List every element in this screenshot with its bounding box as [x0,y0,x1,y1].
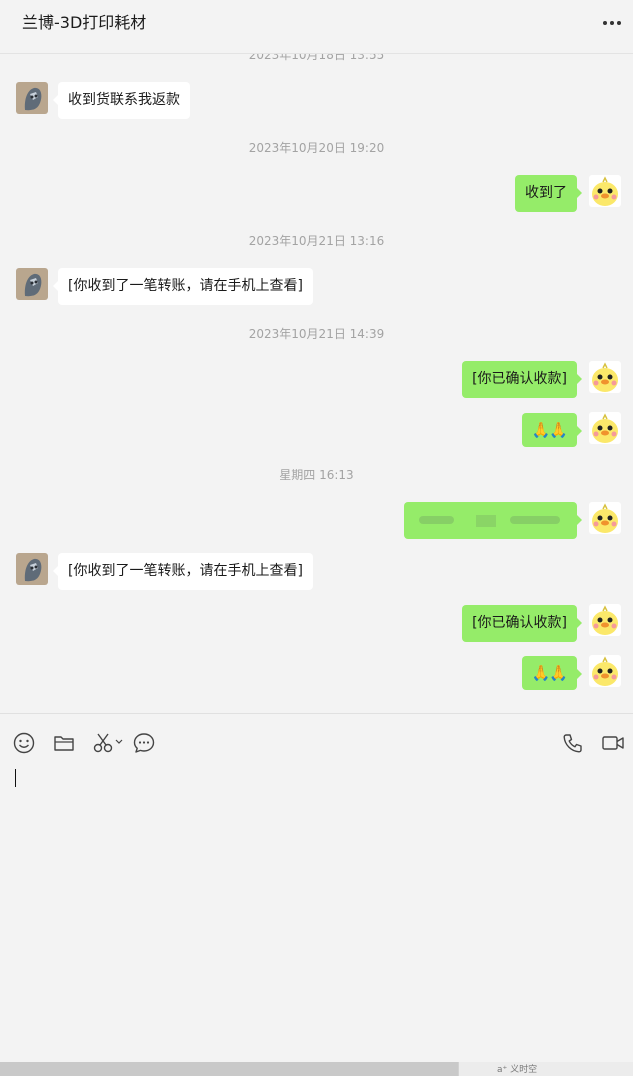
emoji-message-outgoing[interactable]: 🙏🙏 [521,413,583,447]
timestamp: 2023年10月20日 19:20 [248,141,385,155]
more-dots-icon[interactable] [599,8,625,38]
my-avatar[interactable] [589,604,621,636]
timestamp: 2023年10月18日 13:55 [248,54,385,62]
message-bubble-outgoing[interactable]: 收到了 [515,175,582,212]
my-avatar[interactable] [589,502,621,534]
praying-hands-icon: 🙏🙏 [531,421,568,439]
timestamp: 星期四 16:13 [279,468,354,482]
chat-bubble-icon[interactable] [133,732,155,754]
praying-hands-icon: 🙏🙏 [531,664,568,682]
my-avatar[interactable] [589,412,621,444]
contact-avatar[interactable] [16,82,48,114]
video-icon[interactable] [601,732,625,754]
folder-icon[interactable] [53,732,75,754]
bottom-panel-text: a⁺ 义时空 [497,1065,538,1075]
message-list[interactable]: 2023年10月18日 13:55 收到货联系我返款 2023年10月20日 1… [0,54,633,713]
message-input[interactable] [0,760,633,1060]
emoji-message-outgoing[interactable]: 🙏🙏 [521,656,583,690]
chat-header: 兰博-3D打印耗材 [0,0,633,54]
transfer-message-incoming[interactable]: [你收到了一笔转账，请在手机上查看] [53,268,313,305]
blurred-message-outgoing[interactable] [404,502,582,539]
contact-avatar[interactable] [16,553,48,585]
my-avatar[interactable] [589,175,621,207]
bottom-panel: a⁺ 义时空 [458,1062,633,1076]
transfer-confirm-outgoing[interactable]: [你已确认收款] [462,361,582,398]
timestamp: 2023年10月21日 13:16 [248,234,385,248]
contact-avatar[interactable] [16,268,48,300]
blurred-content [419,515,560,527]
timestamp: 2023年10月21日 14:39 [248,327,385,341]
chat-title[interactable]: 兰博-3D打印耗材 [22,12,146,34]
message-bubble-incoming[interactable]: 收到货联系我返款 [53,82,190,119]
my-avatar[interactable] [589,655,621,687]
emoji-icon[interactable] [13,732,35,754]
my-avatar[interactable] [589,361,621,393]
text-caret [15,769,16,787]
transfer-message-incoming[interactable]: [你收到了一笔转账，请在手机上查看] [53,553,313,590]
transfer-confirm-outgoing[interactable]: [你已确认收款] [462,605,582,642]
scissors-icon[interactable] [93,732,125,754]
phone-icon[interactable] [562,732,584,754]
